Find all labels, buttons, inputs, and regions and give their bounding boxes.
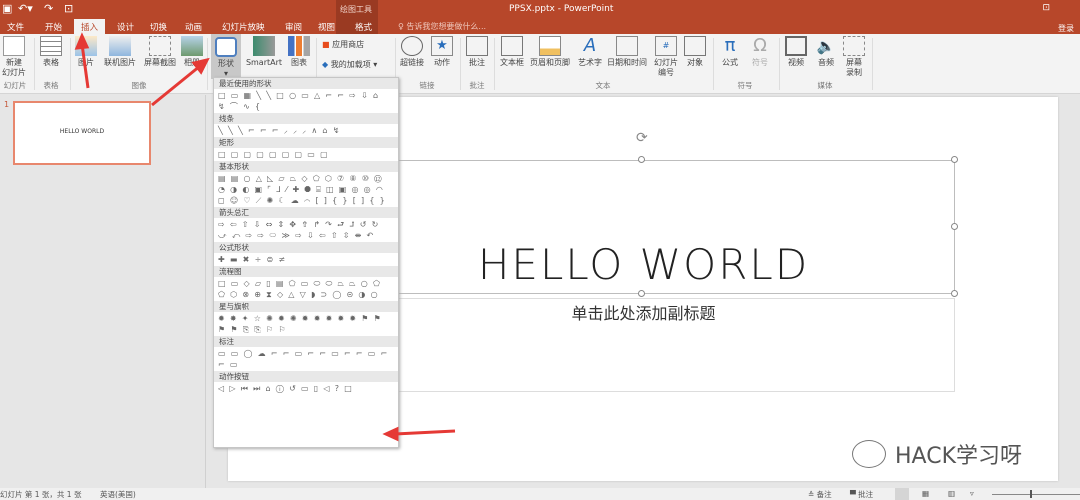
slide-info: 幻灯片 第 1 张，共 1 张: [0, 490, 82, 499]
reading-view-icon[interactable]: ▥: [948, 489, 955, 498]
normal-view-icon[interactable]: [895, 488, 909, 500]
language[interactable]: 英语(美国): [100, 489, 136, 500]
annotation-arrows: [74, 32, 456, 442]
arrowhead: [74, 32, 90, 50]
slideshow-icon[interactable]: ▿: [970, 489, 974, 498]
status-bar: 幻灯片 第 1 张，共 1 张 英语(美国) ≙ 备注 ▀ 批注 ▦ ▥ ▿: [0, 488, 1080, 500]
slide-sorter-icon[interactable]: ▦: [922, 489, 929, 498]
arrow-to-action-buttons: [394, 429, 456, 436]
zoom-slider-thumb[interactable]: [1030, 490, 1032, 498]
arrowhead: [382, 426, 399, 442]
comments-button[interactable]: ▀ 批注: [850, 489, 873, 500]
arrow-to-shapes-button: [151, 64, 201, 107]
zoom-slider[interactable]: [992, 494, 1080, 495]
notes-button[interactable]: ≙ 备注: [808, 489, 832, 500]
arrow-to-insert-tab: [80, 43, 90, 89]
